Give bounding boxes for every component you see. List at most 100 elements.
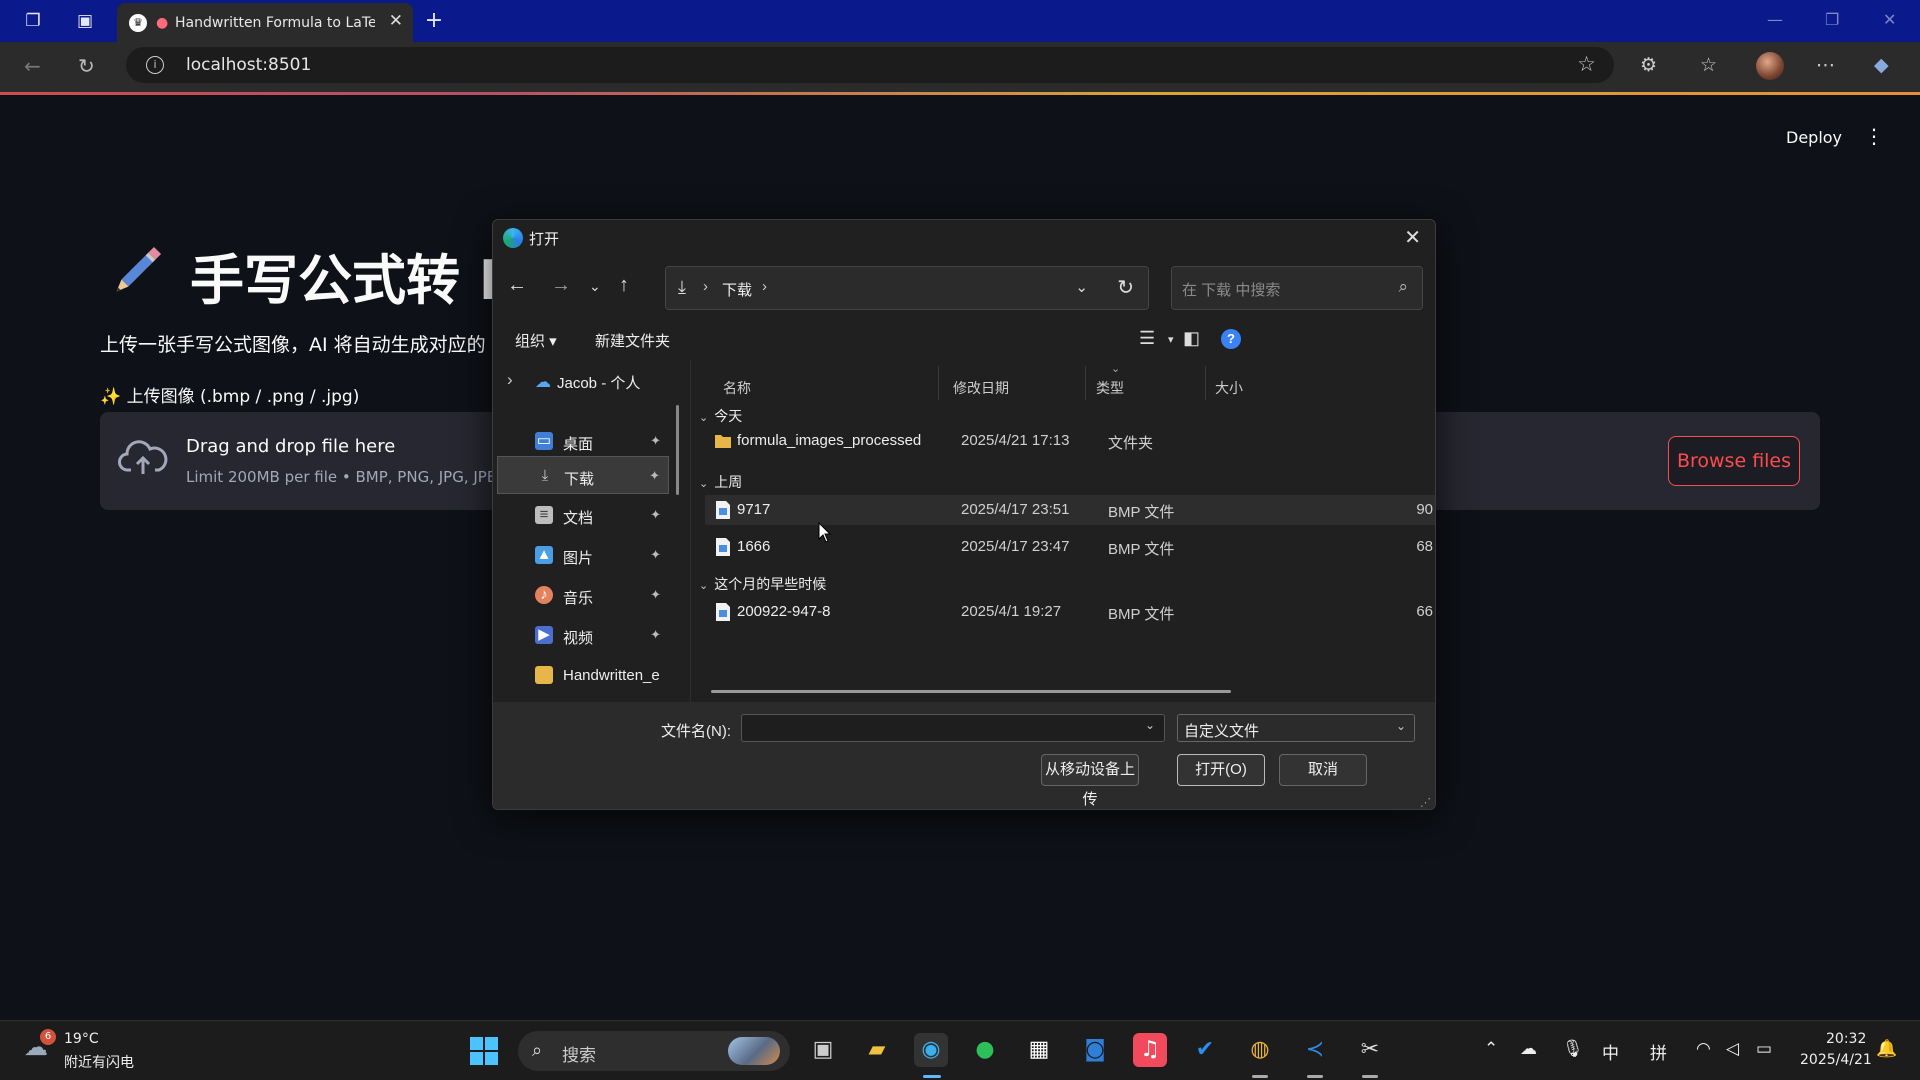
- vscode-icon[interactable]: ≺: [1298, 1033, 1332, 1067]
- filename-dropdown-icon[interactable]: ⌄: [1145, 718, 1155, 732]
- recent-locations-icon[interactable]: ⌄: [589, 278, 601, 295]
- group-header-today[interactable]: ⌄ 今天: [699, 406, 742, 426]
- filename-input[interactable]: [741, 714, 1165, 742]
- column-date[interactable]: 修改日期: [953, 378, 1009, 398]
- collapse-chevron-icon[interactable]: ⌄: [699, 580, 708, 592]
- vertical-tabs-icon[interactable]: ▣: [72, 8, 98, 34]
- sidebar-item-downloads[interactable]: ⤓ 下载 ✦: [497, 456, 669, 494]
- group-header-earlier-this-month[interactable]: ⌄ 这个月的早些时候: [699, 574, 826, 594]
- main-menu-icon[interactable]: ⋮: [1864, 124, 1884, 148]
- sidebar-item-documents[interactable]: ≡ 文档 ✦: [497, 496, 669, 534]
- reload-icon[interactable]: ↻: [78, 54, 95, 78]
- sidebar-item-onedrive[interactable]: › ☁ Jacob - 个人: [507, 368, 673, 398]
- weather-temperature[interactable]: 19°C: [64, 1031, 99, 1047]
- minimize-icon[interactable]: —: [1767, 10, 1783, 29]
- view-options-icon[interactable]: ☰: [1139, 328, 1155, 349]
- music-app-icon[interactable]: ♫: [1133, 1033, 1167, 1067]
- file-row[interactable]: 200922-947-8 2025/4/1 19:27 BMP 文件 66: [705, 597, 1435, 627]
- resize-grip-icon[interactable]: ⋰: [1420, 796, 1431, 809]
- pin-icon[interactable]: ✦: [650, 547, 661, 563]
- up-folder-icon[interactable]: ↑: [619, 274, 629, 297]
- wechat-icon[interactable]: ●: [968, 1033, 1002, 1067]
- expand-chevron-icon[interactable]: ›: [507, 370, 513, 390]
- sidebar-item-handwritten[interactable]: ▬ Handwritten_e: [497, 656, 669, 694]
- ime-pinyin-indicator[interactable]: 拼: [1650, 1039, 1667, 1064]
- pin-icon[interactable]: ✦: [650, 627, 661, 643]
- site-info-icon[interactable]: i: [146, 56, 164, 74]
- battery-icon[interactable]: ▭: [1756, 1039, 1772, 1059]
- volume-icon[interactable]: ◁: [1726, 1039, 1739, 1059]
- column-divider[interactable]: [938, 366, 939, 400]
- column-size[interactable]: 大小: [1215, 378, 1243, 398]
- path-separator-icon[interactable]: ›: [703, 278, 708, 295]
- view-dropdown-icon[interactable]: ▾: [1168, 333, 1174, 346]
- column-name[interactable]: 名称: [723, 378, 751, 398]
- pin-icon[interactable]: ✦: [650, 507, 661, 523]
- weather-description[interactable]: 附近有闪电: [64, 1052, 134, 1072]
- browser-tab[interactable]: ♛ ● Handwritten Formula to LaTeX ✕: [117, 3, 413, 42]
- microphone-icon[interactable]: 🎙: [1562, 1039, 1584, 1059]
- snipping-tool-icon[interactable]: ✂: [1353, 1033, 1387, 1067]
- new-folder-button[interactable]: 新建文件夹: [595, 330, 670, 351]
- edge-taskbar-icon[interactable]: ◉: [914, 1033, 948, 1067]
- pin-icon[interactable]: ✦: [649, 468, 660, 484]
- show-hidden-icons-icon[interactable]: ⌃: [1484, 1039, 1498, 1059]
- todo-icon[interactable]: ✔: [1188, 1033, 1222, 1067]
- dialog-forward-icon[interactable]: →: [551, 274, 571, 297]
- pin-icon[interactable]: ✦: [650, 587, 661, 603]
- sidebar-item-music[interactable]: ♪ 音乐 ✦: [497, 576, 669, 614]
- preview-pane-icon[interactable]: ◧: [1183, 328, 1200, 349]
- favorite-star-icon[interactable]: ☆: [1577, 52, 1596, 76]
- dialog-search-input[interactable]: 在 下载 中搜索 ⌕: [1171, 266, 1423, 310]
- pin-icon[interactable]: ✦: [650, 433, 661, 449]
- clock-time[interactable]: 20:32: [1826, 1031, 1866, 1047]
- upload-from-mobile-button[interactable]: 从移动设备上传: [1041, 754, 1139, 808]
- onedrive-tray-icon[interactable]: ☁: [1520, 1039, 1537, 1059]
- collapse-chevron-icon[interactable]: ⌄: [699, 478, 708, 490]
- path-dropdown-icon[interactable]: ⌄: [1075, 278, 1088, 296]
- new-tab-icon[interactable]: +: [421, 8, 447, 34]
- extensions-icon[interactable]: ⚙: [1640, 54, 1657, 76]
- profile-avatar[interactable]: [1756, 52, 1784, 80]
- help-icon[interactable]: ?: [1221, 329, 1241, 349]
- file-row[interactable]: formula_images_processed 2025/4/21 17:13…: [705, 426, 1435, 456]
- copilot-icon[interactable]: ◆: [1874, 54, 1889, 76]
- file-explorer-icon[interactable]: ▰: [860, 1033, 894, 1067]
- horizontal-scrollbar[interactable]: [711, 690, 1231, 693]
- task-view-icon[interactable]: ▣: [806, 1033, 840, 1067]
- wifi-icon[interactable]: ◠: [1696, 1039, 1711, 1059]
- dialog-close-icon[interactable]: ✕: [1404, 225, 1421, 250]
- dialog-back-icon[interactable]: ←: [507, 274, 527, 297]
- browse-files-button[interactable]: Browse files: [1668, 436, 1800, 486]
- clock-date[interactable]: 2025/4/21: [1800, 1052, 1872, 1068]
- ime-chinese-indicator[interactable]: 中: [1602, 1039, 1619, 1064]
- path-separator-icon[interactable]: ›: [762, 278, 767, 295]
- column-divider[interactable]: [1085, 366, 1086, 400]
- file-row[interactable]: 1666 2025/4/17 23:47 BMP 文件 68: [705, 532, 1435, 562]
- column-type[interactable]: 类型: [1096, 378, 1124, 398]
- workspaces-icon[interactable]: ❐: [20, 8, 46, 34]
- sidebar-item-desktop[interactable]: ▭ 桌面 ✦: [497, 422, 669, 460]
- path-bar[interactable]: ⤓ › 下载 › ⌄ ↻: [665, 266, 1149, 310]
- tab-close-icon[interactable]: ✕: [389, 11, 403, 31]
- favorites-icon[interactable]: ☆: [1700, 54, 1717, 76]
- open-button[interactable]: 打开(O): [1177, 754, 1265, 786]
- file-row[interactable]: 9717 2025/4/17 23:51 BMP 文件 90: [705, 495, 1435, 525]
- breadcrumb-downloads[interactable]: 下载: [722, 279, 752, 300]
- window-close-icon[interactable]: ✕: [1883, 10, 1896, 29]
- sidebar-item-videos[interactable]: ▶ 视频 ✦: [497, 616, 669, 654]
- refresh-icon[interactable]: ↻: [1117, 275, 1134, 300]
- notification-bell-icon[interactable]: 🔔: [1876, 1039, 1897, 1059]
- chrome-icon[interactable]: ◍: [1243, 1033, 1277, 1067]
- more-menu-icon[interactable]: ⋯: [1816, 54, 1835, 76]
- group-header-last-week[interactable]: ⌄ 上周: [699, 472, 742, 492]
- file-type-filter[interactable]: 自定义文件 ⌄: [1177, 714, 1415, 742]
- collapse-chevron-icon[interactable]: ⌄: [699, 412, 708, 424]
- sidebar-scrollbar[interactable]: [676, 405, 679, 495]
- deploy-button[interactable]: Deploy: [1786, 128, 1842, 147]
- organize-button[interactable]: 组织 ▾: [515, 330, 557, 351]
- outlook-icon[interactable]: ◙: [1078, 1033, 1112, 1067]
- back-icon[interactable]: ←: [24, 54, 41, 78]
- start-button[interactable]: [470, 1037, 498, 1065]
- address-bar[interactable]: i localhost:8501 ☆: [126, 47, 1614, 83]
